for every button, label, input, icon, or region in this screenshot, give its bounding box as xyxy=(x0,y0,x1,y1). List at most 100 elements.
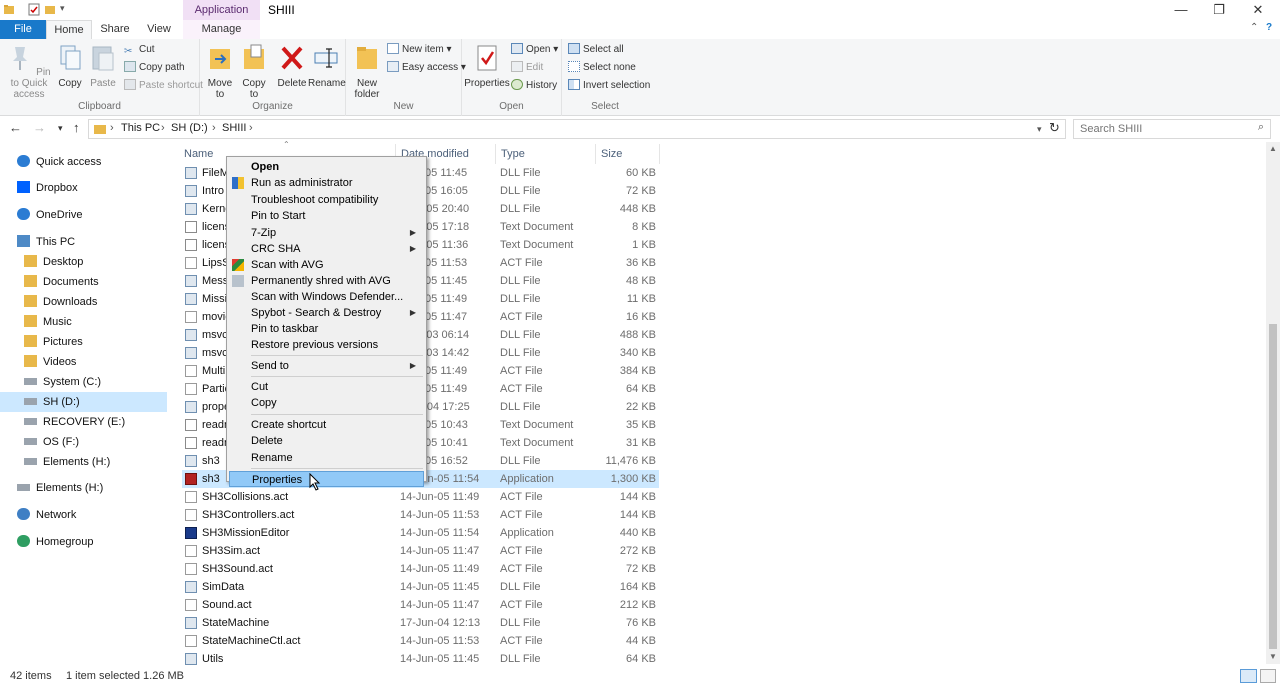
sidebar-item-homegroup[interactable]: Homegroup xyxy=(0,532,167,552)
menu-item-copy[interactable]: Copy xyxy=(229,395,424,411)
table-row[interactable]: StateMachineCtl.act 14-Jun-05 11:53 ACT Fi… xyxy=(182,632,659,650)
menu-item-spybot-search-destroy[interactable]: Spybot - Search & Destroy ▶ xyxy=(229,305,424,321)
new-folder-button[interactable]: New folder xyxy=(352,43,382,100)
menu-item-pin-to-taskbar[interactable]: Pin to taskbar xyxy=(229,321,424,337)
sidebar-item-downloads[interactable]: Downloads xyxy=(0,292,167,312)
sidebar-item-network[interactable]: Network xyxy=(0,505,167,525)
edit-button[interactable]: Edit xyxy=(511,61,543,75)
menu-item-pin-to-start[interactable]: Pin to Start xyxy=(229,208,424,224)
menu-item-run-as-administrator[interactable]: Run as administrator xyxy=(229,175,424,191)
menu-item-open[interactable]: Open xyxy=(229,159,424,175)
sidebar-item-videos[interactable]: Videos xyxy=(0,352,167,372)
scroll-down-icon[interactable]: ▼ xyxy=(1269,652,1277,661)
sidebar-item-desktop[interactable]: Desktop xyxy=(0,252,167,272)
scroll-up-icon[interactable]: ▲ xyxy=(1269,144,1277,153)
sidebar-item-sh-d[interactable]: SH (D:) xyxy=(0,392,167,412)
sidebar-item-onedrive[interactable]: OneDrive xyxy=(0,205,167,225)
open-button[interactable]: Open ▾ xyxy=(511,43,558,57)
search-input[interactable] xyxy=(1080,123,1250,135)
tab-file[interactable]: File xyxy=(0,20,46,39)
up-arrow-icon[interactable]: ↑ xyxy=(73,120,80,135)
maximize-button[interactable]: ❐ xyxy=(1201,0,1237,20)
copy-to-button[interactable]: Copy to xyxy=(239,43,269,100)
forward-arrow-icon[interactable]: → xyxy=(33,120,46,135)
table-row[interactable]: SH3Collisions.act 14-Jun-05 11:49 ACT File… xyxy=(182,488,659,506)
menu-item-cut[interactable]: Cut xyxy=(229,379,424,395)
tab-view[interactable]: View xyxy=(138,20,180,39)
paste-button[interactable]: Paste xyxy=(88,43,118,89)
table-row[interactable]: SH3Sound.act 14-Jun-05 11:49 ACT File 72 KB xyxy=(182,560,659,578)
column-header-size[interactable]: Size xyxy=(601,148,622,160)
back-arrow-icon[interactable]: ← xyxy=(9,120,22,135)
column-header-type[interactable]: Type xyxy=(501,148,525,160)
tab-manage[interactable]: Manage xyxy=(183,20,260,39)
easy-access-button[interactable]: Easy access ▾ xyxy=(387,61,466,75)
select-all-button[interactable]: Select all xyxy=(568,43,624,57)
pin-quick-access-button[interactable]: Pin to Quick access xyxy=(4,43,54,100)
table-row[interactable]: Sound.act 14-Jun-05 11:47 ACT File 212 KB xyxy=(182,596,659,614)
sidebar-item-this-pc[interactable]: This PC xyxy=(0,232,167,252)
breadcrumb-drive[interactable]: SH (D:) xyxy=(171,122,208,134)
menu-item-permanently-shred-with-avg[interactable]: Permanently shred with AVG xyxy=(229,273,424,289)
new-item-button[interactable]: New item ▾ xyxy=(387,43,452,57)
copy-path-button[interactable]: Copy path xyxy=(124,61,185,75)
column-separator[interactable] xyxy=(495,144,496,164)
address-box[interactable]: › This PC › SH (D:) › SHIII › ▾ xyxy=(88,119,1066,139)
sidebar-item-os-f[interactable]: OS (F:) xyxy=(0,432,167,452)
move-to-button[interactable]: Move to xyxy=(205,43,235,100)
scrollbar-thumb[interactable] xyxy=(1269,324,1277,649)
column-separator[interactable] xyxy=(595,144,596,164)
menu-item-rename[interactable]: Rename xyxy=(229,450,424,466)
table-row[interactable]: SH3Controllers.act 14-Jun-05 11:53 ACT Fil… xyxy=(182,506,659,524)
close-button[interactable]: ✕ xyxy=(1240,0,1276,20)
table-row[interactable]: SimData 14-Jun-05 11:45 DLL File 164 KB xyxy=(182,578,659,596)
sidebar-item-quick-access[interactable]: Quick access xyxy=(0,152,167,172)
menu-item-scan-with-windows-defender[interactable]: Scan with Windows Defender... xyxy=(229,289,424,305)
sidebar-item-documents[interactable]: Documents xyxy=(0,272,167,292)
breadcrumb-folder[interactable]: SHIII xyxy=(222,122,246,134)
breadcrumb-this-pc[interactable]: This PC xyxy=(121,122,160,134)
properties-icon[interactable] xyxy=(28,3,40,16)
history-button[interactable]: History xyxy=(511,79,557,93)
sidebar-item-music[interactable]: Music xyxy=(0,312,167,332)
sidebar-item-pictures[interactable]: Pictures xyxy=(0,332,167,352)
menu-item-delete[interactable]: Delete xyxy=(229,433,424,449)
vertical-scrollbar[interactable]: ▲ ▼ xyxy=(1266,142,1280,664)
address-dropdown-chevron-icon[interactable]: ▾ xyxy=(1037,124,1042,135)
search-icon[interactable]: ⌕ xyxy=(1258,121,1264,134)
invert-selection-button[interactable]: Invert selection xyxy=(568,79,650,93)
large-icons-view-icon[interactable] xyxy=(1260,669,1276,683)
tab-home[interactable]: Home xyxy=(46,20,92,39)
menu-item-properties[interactable]: Properties xyxy=(229,471,424,487)
tab-share[interactable]: Share xyxy=(92,20,138,39)
select-none-button[interactable]: Select none xyxy=(568,61,636,75)
sidebar-item-dropbox[interactable]: Dropbox xyxy=(0,178,167,198)
new-folder-icon[interactable] xyxy=(44,3,56,16)
properties-button[interactable]: Properties xyxy=(464,43,510,89)
copy-button[interactable]: Copy xyxy=(56,43,84,89)
collapse-ribbon-icon[interactable]: ⌃ xyxy=(1250,22,1258,33)
help-icon[interactable]: ? xyxy=(1266,22,1272,33)
search-box[interactable]: ⌕ xyxy=(1073,119,1271,139)
rename-button[interactable]: Rename xyxy=(308,43,346,89)
menu-item-crc-sha[interactable]: CRC SHA ▶ xyxy=(229,241,424,257)
sidebar-item-recovery-e[interactable]: RECOVERY (E:) xyxy=(0,412,167,432)
menu-item-send-to[interactable]: Send to ▶ xyxy=(229,358,424,374)
sidebar-item-system-c[interactable]: System (C:) xyxy=(0,372,167,392)
minimize-button[interactable]: — xyxy=(1163,0,1199,20)
column-separator[interactable] xyxy=(659,144,660,164)
refresh-icon[interactable]: ↻ xyxy=(1049,120,1060,136)
menu-item-scan-with-avg[interactable]: Scan with AVG xyxy=(229,257,424,273)
delete-button[interactable]: Delete xyxy=(276,43,308,89)
table-row[interactable]: SH3MissionEditor 14-Jun-05 11:54 Applicati… xyxy=(182,524,659,542)
menu-item-create-shortcut[interactable]: Create shortcut xyxy=(229,417,424,433)
details-view-icon[interactable] xyxy=(1240,669,1257,683)
table-row[interactable]: Utils 14-Jun-05 11:45 DLL File 64 KB xyxy=(182,650,659,668)
paste-shortcut-button[interactable]: Paste shortcut xyxy=(124,79,203,93)
table-row[interactable]: SH3Sim.act 14-Jun-05 11:47 ACT File 272 KB xyxy=(182,542,659,560)
recent-locations-chevron-icon[interactable]: ▾ xyxy=(58,123,63,134)
chevron-down-icon[interactable]: ▾ xyxy=(60,3,72,16)
table-row[interactable]: StateMachine 17-Jun-04 12:13 DLL File 76 KB xyxy=(182,614,659,632)
sidebar-item-elements-h[interactable]: Elements (H:) xyxy=(0,478,167,498)
column-header-name[interactable]: Name xyxy=(184,148,213,160)
